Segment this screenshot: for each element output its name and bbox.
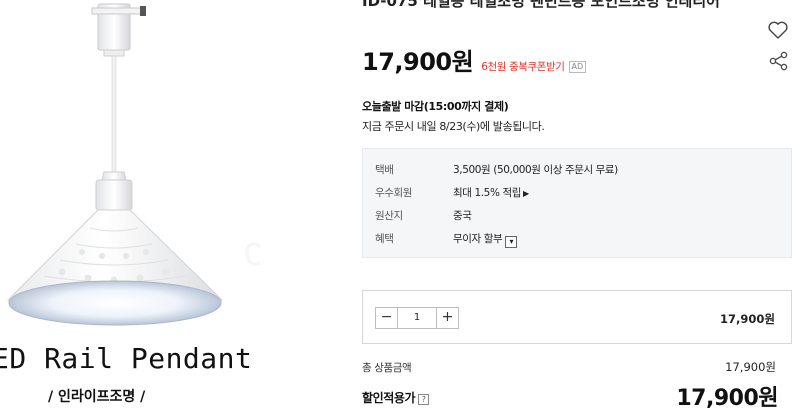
chevron-right-icon: ▶	[523, 189, 529, 198]
discount-label-text: 할인적용가	[362, 391, 416, 405]
product-title: ID-075 레일등 레일조명 펜던트등 포인트조명 인테리어	[362, 0, 720, 10]
selected-option-box: − 1 + 17,900원	[362, 290, 792, 344]
quantity-increase-button[interactable]: +	[436, 308, 458, 328]
installment-dropdown[interactable]: ▾	[505, 236, 518, 248]
info-label: 택배	[375, 164, 394, 176]
brand-caption: / 인라이프조명 /	[48, 389, 146, 405]
info-value: 3,500원 (50,000원 이상 주문시 무료)	[453, 164, 618, 176]
shipping-info-box: 택배 3,500원 (50,000원 이상 주문시 무료) 우수회원 최대 1.…	[362, 148, 792, 258]
quantity-input[interactable]: 1	[398, 308, 436, 328]
total-price-value: 17,900원	[725, 360, 776, 374]
discount-price-label: 할인적용가?	[362, 389, 430, 406]
chevron-down-icon: ▾	[509, 237, 514, 246]
price-row: 17,900원 6천원 중복쿠폰받기 AD	[362, 42, 587, 77]
discount-price-value: 17,900원	[676, 386, 778, 411]
purchase-panel: ID-075 레일등 레일조명 펜던트등 포인트조명 인테리어 17,900원 …	[340, 0, 800, 420]
option-price: 17,900원	[720, 312, 775, 326]
installment-text: 무이자 할부	[453, 233, 503, 245]
quantity-decrease-button[interactable]: −	[376, 308, 398, 328]
quantity-stepper: − 1 +	[375, 307, 459, 329]
delivery-estimate: 지금 주문시 내일 8/23(수)에 발송됩니다.	[362, 120, 545, 133]
total-price-label: 총 상품금액	[362, 362, 412, 374]
share-icon	[769, 51, 788, 71]
info-label: 혜택	[375, 233, 394, 245]
product-name-caption: ED Rail Pendant	[0, 342, 253, 375]
heart-icon	[768, 21, 788, 39]
delivery-deadline: 오늘출발 마감(15:00까지 결제)	[362, 100, 509, 113]
info-value: 최대 1.5% 적립 ▶	[453, 185, 529, 200]
coupon-link[interactable]: 6천원 중복쿠폰받기	[481, 59, 565, 74]
wishlist-button[interactable]	[766, 18, 790, 42]
ad-badge: AD	[568, 61, 587, 73]
sale-price: 17,900원	[362, 48, 474, 76]
info-value: 무이자 할부 ▾	[453, 231, 518, 248]
info-label: 원산지	[375, 210, 403, 222]
help-icon[interactable]: ?	[418, 394, 430, 405]
membership-points: 최대 1.5% 적립	[453, 187, 521, 199]
product-image: cafe.naver.com ED Rail Pendant / 인라이프조명 …	[0, 0, 260, 420]
info-label: 우수회원	[375, 187, 413, 199]
info-value: 중국	[453, 210, 472, 222]
share-button[interactable]	[768, 50, 790, 72]
